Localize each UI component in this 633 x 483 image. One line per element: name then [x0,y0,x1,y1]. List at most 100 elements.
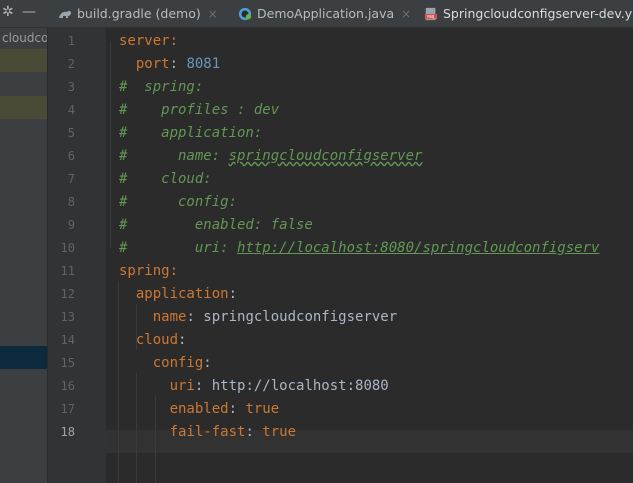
gradle-icon [59,10,71,18]
code-token: fail-fast [169,424,246,440]
code-line[interactable]: config: [119,352,212,375]
yaml-file-icon: YML [424,7,438,20]
code-editor[interactable]: server: port: 8081 # spring: # profiles : … [106,28,633,483]
code-token: uri [169,378,195,394]
line-number: 6 [67,149,75,163]
code-line[interactable]: # config: [119,191,237,214]
svg-text:YML: YML [426,14,436,20]
code-token: 8081 [186,56,221,72]
line-number: 15 [60,356,75,370]
ide-window: ✲ — build.gradle (demo) × DemoApplicatio… [0,0,633,483]
line-number: 17 [60,402,75,416]
code-line[interactable]: uri: http://localhost:8080 [119,375,389,398]
line-number: 4 [67,103,75,117]
close-icon[interactable]: × [401,7,411,21]
code-token: application [135,286,229,302]
code-line[interactable]: # enabled: false [119,214,313,237]
code-token: : http://localhost:8080 [194,378,389,394]
code-token: : springcloudconfigserver [186,309,398,325]
code-line[interactable]: name: springcloudconfigserver [119,306,397,329]
tab-label: Springcloudconfigserver-dev.y [443,6,633,21]
code-token: : [203,355,212,371]
code-line[interactable]: fail-fast: true [119,421,296,444]
editor-tab-bar: ✲ — build.gradle (demo) × DemoApplicatio… [0,0,633,28]
code-token: springcloudconfigserver [228,148,423,164]
line-number: 13 [60,310,75,324]
code-token: port [135,56,170,72]
code-token: config [152,355,204,371]
code-token: enabled [169,401,229,417]
code-line[interactable]: port: 8081 [119,53,220,76]
gear-icon[interactable]: ✲ [2,4,14,20]
code-token: # spring: [119,79,204,95]
code-token: name [152,309,187,325]
code-line[interactable]: # uri: http://localhost:8080/springcloud… [119,237,599,260]
code-token: # name: [119,148,229,164]
code-token: : [228,401,246,417]
line-number: 10 [60,241,75,255]
code-line[interactable]: application: [119,283,237,306]
tab-label: DemoApplication.java [257,6,395,21]
code-line[interactable]: # spring: [119,76,203,99]
line-number: 7 [67,172,75,186]
code-token: : [178,332,187,348]
close-icon[interactable]: × [208,7,218,21]
project-panel: cloudcon [0,28,47,483]
line-number: 3 [67,80,75,94]
line-number: 9 [67,218,75,232]
code-token: # cloud: [119,171,212,187]
code-token: : [245,424,263,440]
project-tree-item-highlighted[interactable] [0,96,47,119]
project-tree-item-selected[interactable] [0,346,47,369]
code-token: cloud [135,332,179,348]
tab-label: build.gradle (demo) [77,6,201,21]
line-number: 18 [60,425,75,439]
line-number-gutter[interactable]: 1 2 3 4 5 6 7 8 9 10 11 12 13 14 15 16 17 18 [47,28,117,483]
code-line[interactable]: # cloud: [119,168,212,191]
code-token: # uri: [119,240,238,256]
line-number: 14 [60,333,75,347]
code-line[interactable]: # profiles : dev [119,99,279,122]
code-line[interactable]: # application: [119,122,262,145]
code-line[interactable]: spring: [119,260,178,283]
project-tree-label: cloudcon [2,31,47,45]
code-token: # profiles : dev [119,102,280,118]
line-number: 2 [67,57,75,71]
code-line[interactable]: server: [119,30,178,53]
code-token: # application: [119,125,263,141]
code-token: http://localhost:8080/springcloudconfigs… [237,240,600,256]
indent-guide [110,41,111,248]
line-number: 11 [60,264,75,278]
project-tree-item-highlighted[interactable] [0,49,47,72]
line-number: 8 [67,195,75,209]
code-token: server: [119,33,179,49]
line-number: 16 [60,379,75,393]
line-number: 5 [67,126,75,140]
code-token: : [228,286,238,302]
code-token: : [169,56,187,72]
code-line[interactable]: # name: springcloudconfigserver [119,145,422,168]
tab-demo-application[interactable]: DemoApplication.java × [238,0,411,27]
tab-springcloudconfigserver-dev[interactable]: YML Springcloudconfigserver-dev.y [424,0,632,27]
code-line[interactable]: enabled: true [119,398,280,421]
code-token: true [245,401,280,417]
tab-build-gradle[interactable]: build.gradle (demo) × [58,0,218,27]
project-tree-item[interactable]: cloudcon [0,28,47,51]
code-token: spring: [119,263,179,279]
code-token: # config: [119,194,238,210]
line-number: 1 [67,34,75,48]
line-number: 12 [60,287,75,301]
code-line[interactable]: cloud: [119,329,187,352]
spring-boot-icon [238,7,252,20]
code-token: true [262,424,297,440]
collapse-icon[interactable]: — [22,4,36,20]
code-token: # enabled: false [119,217,313,233]
